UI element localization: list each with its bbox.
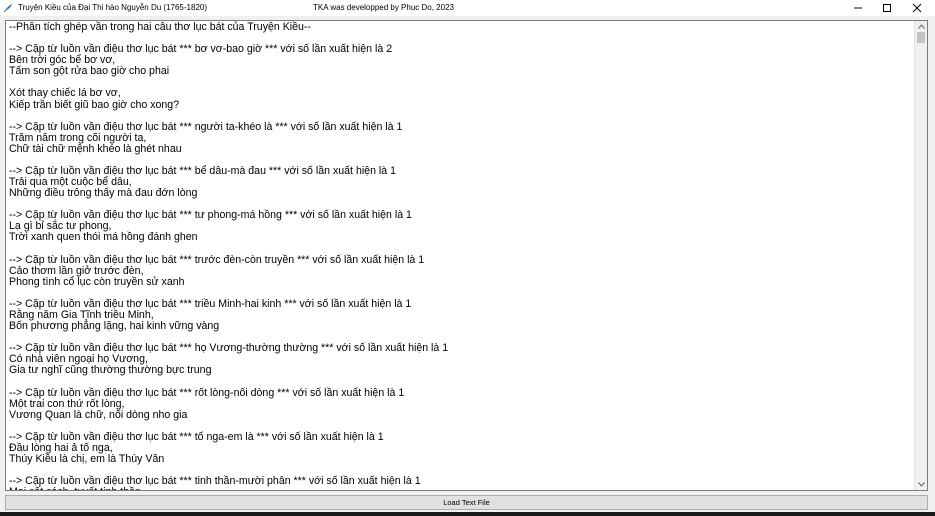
- app-feather-icon: [3, 3, 13, 13]
- scroll-up-button[interactable]: [915, 21, 927, 32]
- load-text-file-button[interactable]: Load Text File: [5, 495, 928, 510]
- scroll-down-button[interactable]: [915, 479, 927, 490]
- title-bar[interactable]: Truyện Kiều của Đại Thi hào Nguyễn Du (1…: [0, 0, 935, 16]
- analysis-text-area[interactable]: --Phân tích ghép vần trong hai câu thơ l…: [5, 20, 928, 491]
- close-button[interactable]: [902, 0, 932, 16]
- chevron-up-icon: [917, 24, 925, 29]
- scrollbar-thumb[interactable]: [917, 32, 925, 43]
- minimize-button[interactable]: [843, 0, 873, 16]
- maximize-icon: [883, 4, 891, 12]
- window-title: Truyện Kiều của Đại Thi hào Nguyễn Du (1…: [18, 3, 207, 12]
- close-icon: [912, 3, 922, 13]
- analysis-text[interactable]: --Phân tích ghép vần trong hai câu thơ l…: [9, 21, 914, 490]
- taskbar-edge: [0, 512, 935, 516]
- vertical-scrollbar[interactable]: [914, 21, 927, 490]
- window-subtitle: TKA was developped by Phuc Do, 2023: [313, 3, 454, 12]
- minimize-icon: [854, 7, 862, 9]
- chevron-down-icon: [917, 482, 925, 487]
- maximize-button[interactable]: [872, 0, 902, 16]
